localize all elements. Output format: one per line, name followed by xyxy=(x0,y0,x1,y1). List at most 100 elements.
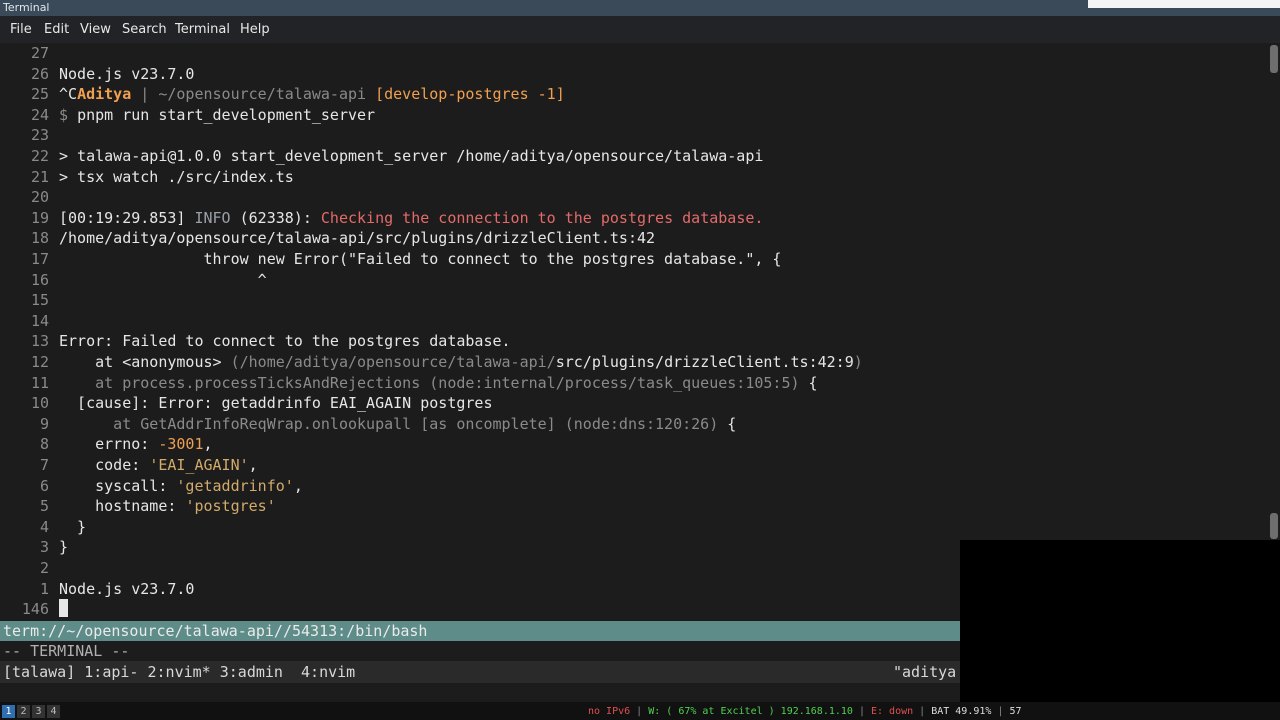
status-segment: | xyxy=(852,706,871,717)
terminal-buffer[interactable]: 27 2 6 Node.js v23.7.0 25 ^CAditya | ~/openso… xyxy=(0,43,1268,620)
text-segment: at <anonymous> xyxy=(59,353,231,371)
tmux-windows[interactable]: [talawa] 1:api- 2:nvim* 3:admin 4:nvim xyxy=(3,663,355,681)
text-segment: throw new Error("Failed to connect to th… xyxy=(59,250,782,268)
text-segment: { xyxy=(718,414,737,433)
terminal-line: 5 hostname: 'postgres' xyxy=(0,496,1268,517)
terminal-line: 18/home/aditya/opensource/talawa-api/src… xyxy=(0,228,1268,249)
line-number: 6 xyxy=(39,476,49,495)
mode-line: -- TERMINAL -- xyxy=(0,641,960,661)
text-segment: src/plugins/drizzleClient.ts:42:9 xyxy=(555,353,854,371)
line-number: 7 xyxy=(39,456,49,474)
workspace-2[interactable]: 2 xyxy=(17,705,30,718)
text-segment: ^C xyxy=(59,85,78,104)
line-text: at GetAddrInfoReqWrap.onlookupall [as on… xyxy=(59,414,736,435)
text-segment: [cause]: Error: getaddrinfo EAI_AGAIN po… xyxy=(59,394,493,413)
text-segment: (62338): xyxy=(230,208,321,227)
terminal-line: 9 at GetAddrInfoReqWrap.onlookupall [as … xyxy=(0,414,1268,435)
line-text: errno: -3001, xyxy=(59,434,213,455)
text-segment: Error: Failed to connect to the postgres… xyxy=(59,332,511,351)
menu-view[interactable]: View xyxy=(80,22,111,37)
text-segment: (/home/aditya/opensource/talawa-api/ xyxy=(230,353,556,371)
line-text: > talawa-api@1.0.0 start_development_ser… xyxy=(59,146,763,167)
line-text: Error: Failed to connect to the postgres… xyxy=(59,331,511,352)
line-number: 27 xyxy=(30,44,49,62)
text-segment: /home/aditya/opensource/talawa-api/src/p… xyxy=(59,229,656,248)
scrollbar-thumb-bottom[interactable] xyxy=(1270,513,1278,539)
terminal-line: 25 ^CAditya | ~/opensource/talawa-api [de… xyxy=(0,84,1268,105)
terminal-line: 27 xyxy=(0,43,1268,64)
text-segment: syscall: xyxy=(59,476,177,495)
line-number: 25 xyxy=(30,85,49,104)
line-text: } xyxy=(59,537,68,558)
text-segment: hostname: xyxy=(59,497,186,516)
text-segment: 'getaddrinfo' xyxy=(176,476,294,495)
line-text: ^CAditya | ~/opensource/talawa-api [deve… xyxy=(59,84,565,105)
line-number: 22 xyxy=(30,147,49,165)
mode-indicator: -- TERMINAL -- xyxy=(3,642,130,660)
text-segment: { xyxy=(799,373,818,392)
terminal-line: 24 $ pnpm run start_development_server xyxy=(0,105,1268,126)
status-segment: 57 xyxy=(1009,706,1022,717)
line-text: at process.processTicksAndRejections (no… xyxy=(59,373,818,394)
status-segment: E: down xyxy=(870,706,914,717)
text-segment: , xyxy=(203,435,213,454)
workspace-1[interactable]: 1 xyxy=(2,705,15,718)
line-number: 20 xyxy=(30,188,49,207)
text-segment: Checking the connection to the postgres … xyxy=(320,208,764,227)
line-text xyxy=(59,599,68,620)
line-number: 8 xyxy=(39,435,49,454)
menu-terminal[interactable]: Terminal xyxy=(175,22,230,37)
line-text: throw new Error("Failed to connect to th… xyxy=(59,249,781,270)
menu-file[interactable]: File xyxy=(10,22,32,37)
workspace-4[interactable]: 4 xyxy=(47,705,60,718)
status-segment: | xyxy=(630,706,649,717)
line-text: [cause]: Error: getaddrinfo EAI_AGAIN po… xyxy=(59,393,492,414)
text-segment: at GetAddrInfoReqWrap.onlookupall [as on… xyxy=(59,414,719,433)
text-segment: Aditya xyxy=(77,85,132,104)
system-bar: 1 2 3 4 no IPv6 | W: ( 67% at Excitel ) … xyxy=(0,702,1280,720)
terminal-line: 15 xyxy=(0,290,1268,311)
titlebar-panel xyxy=(1088,0,1280,8)
text-segment: code: xyxy=(59,456,150,474)
line-text: > tsx watch ./src/index.ts xyxy=(59,167,294,188)
tmux-status: [talawa] 1:api- 2:nvim* 3:admin 4:nvim "… xyxy=(0,661,960,683)
terminal-line: 23 xyxy=(0,125,1268,146)
terminal-line: 8 errno: -3001, xyxy=(0,434,1268,455)
text-segment: } xyxy=(59,538,69,557)
line-number: 10 xyxy=(30,394,49,413)
line-text: $ pnpm run start_development_server xyxy=(59,105,375,126)
text-segment: > talawa-api@1.0.0 start_development_ser… xyxy=(59,147,764,165)
line-text: syscall: 'getaddrinfo', xyxy=(59,476,303,497)
terminal-line: 7 code: 'EAI_AGAIN', xyxy=(0,455,1268,476)
line-text: [00:19:29.853] INFO (62338): Checking th… xyxy=(59,208,763,229)
text-segment: ) xyxy=(853,353,863,371)
text-segment: [00:19:29.853] xyxy=(59,208,195,227)
text-segment: , xyxy=(293,476,303,495)
terminal-line: 11 at process.processTicksAndRejections … xyxy=(0,373,1268,394)
text-segment: | xyxy=(131,85,159,104)
terminal-line: 12 at <anonymous> (/home/aditya/opensour… xyxy=(0,352,1268,373)
text-segment: 'postgres' xyxy=(185,497,276,516)
terminal-line: 4 } xyxy=(0,517,1268,538)
menu-edit[interactable]: Edit xyxy=(44,22,69,37)
terminal-line: 19 [00:19:29.853] INFO (62338): Checking … xyxy=(0,208,1268,229)
menu-help[interactable]: Help xyxy=(240,22,270,37)
line-number: 3 xyxy=(39,538,49,557)
scrollbar-thumb-top[interactable] xyxy=(1270,45,1278,73)
line-text: /home/aditya/opensource/talawa-api/src/p… xyxy=(59,228,655,249)
menu-search[interactable]: Search xyxy=(122,22,167,37)
text-segment: 'EAI_AGAIN' xyxy=(149,456,249,474)
text-segment: [develop-postgres -1] xyxy=(375,85,565,104)
scrollbar[interactable] xyxy=(1268,43,1280,540)
line-number: 5 xyxy=(39,497,49,516)
terminal-cursor xyxy=(59,599,68,618)
statusline-path: term://~/opensource/talawa-api//54313:/b… xyxy=(3,622,428,640)
line-number: 2 xyxy=(39,559,49,577)
status-segment: W: ( 67% at Excitel ) 192.168.1.10 xyxy=(648,706,853,717)
terminal-line: 21 > tsx watch ./src/index.ts xyxy=(0,167,1268,188)
line-text: code: 'EAI_AGAIN', xyxy=(59,455,258,476)
line-number: 19 xyxy=(30,208,49,227)
workspace-3[interactable]: 3 xyxy=(32,705,45,718)
text-segment: Node.js v23.7.0 xyxy=(59,64,195,83)
text-segment: errno: xyxy=(59,435,159,454)
